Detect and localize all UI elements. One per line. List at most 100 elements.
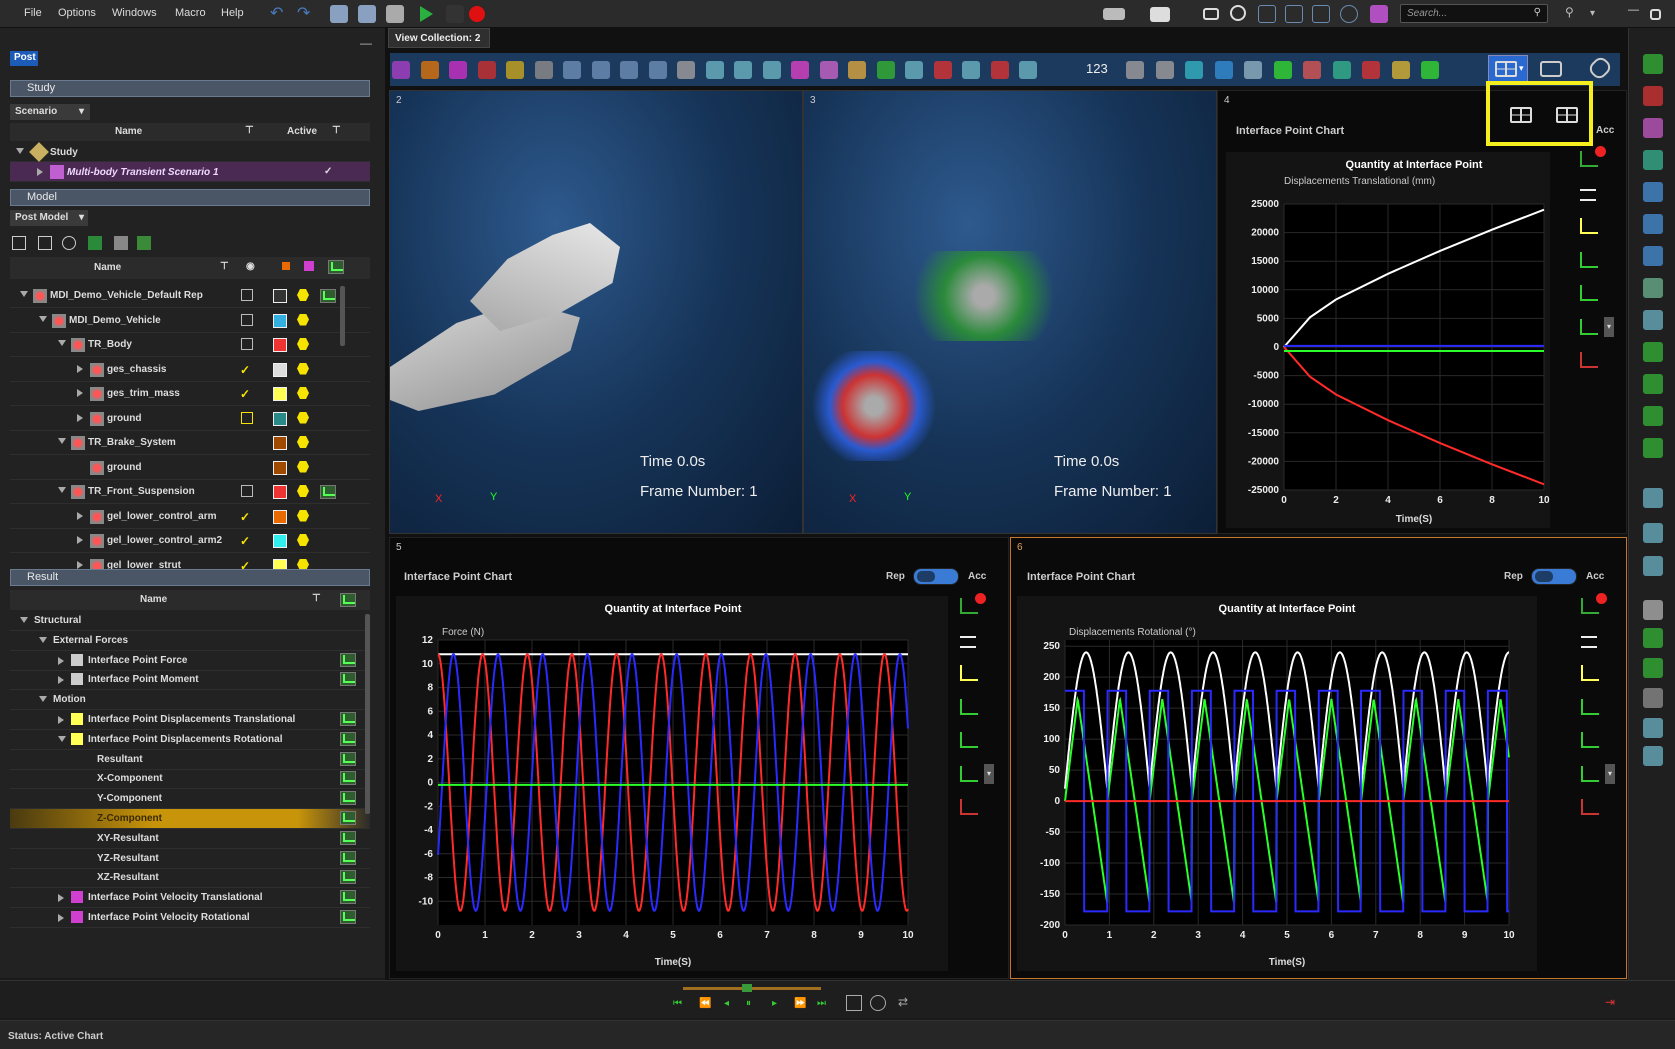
- collapse-icon[interactable]: [58, 487, 66, 493]
- plot-icon[interactable]: [1581, 732, 1599, 748]
- redo-icon[interactable]: ↷: [297, 3, 315, 22]
- color-swatch[interactable]: [273, 460, 287, 475]
- side-tool-icon[interactable]: [1643, 600, 1663, 620]
- visibility-checkbox[interactable]: [241, 289, 253, 301]
- tree-tool-icon[interactable]: [88, 236, 102, 250]
- visible-check-icon[interactable]: ✓: [240, 534, 250, 548]
- results-icon[interactable]: [320, 289, 336, 303]
- tab-view-collection[interactable]: View Collection: 2: [388, 28, 490, 48]
- refresh-icon[interactable]: [870, 995, 886, 1011]
- view-tool-icon[interactable]: [962, 61, 980, 79]
- side-tool-icon[interactable]: [1643, 54, 1663, 74]
- axis-y-icon[interactable]: [960, 698, 978, 715]
- results-icon[interactable]: [340, 672, 356, 687]
- view-tool-icon[interactable]: [563, 61, 581, 79]
- delete-chart-icon[interactable]: [960, 593, 986, 614]
- model-tree-row[interactable]: TR_Body: [10, 333, 370, 357]
- interface-points-cluster[interactable]: [894, 251, 1074, 341]
- chevron-down-icon[interactable]: ▾: [1605, 763, 1615, 784]
- name-column-header[interactable]: Name: [140, 594, 167, 605]
- menu-macro[interactable]: Macro: [175, 7, 206, 19]
- delete-chart-icon[interactable]: [1581, 593, 1607, 614]
- curve-icon[interactable]: [1580, 218, 1598, 234]
- legend-icon[interactable]: [960, 635, 976, 648]
- user-icon[interactable]: [1370, 5, 1388, 23]
- filter-icon[interactable]: ⊤: [332, 125, 341, 136]
- pin-icon[interactable]: ⚲: [1565, 5, 1583, 23]
- chart-panel-4[interactable]: 4 Interface Point Chart Acc Quantity at …: [1217, 90, 1627, 534]
- view-tool-icon[interactable]: [734, 61, 752, 79]
- name-column-header[interactable]: Name: [94, 262, 121, 273]
- result-tree-row[interactable]: Interface Point Displacements Rotational: [10, 730, 370, 750]
- axis-y-icon[interactable]: [1581, 698, 1599, 715]
- expand-icon[interactable]: [77, 536, 83, 544]
- chart-type-icon[interactable]: ▾: [1581, 763, 1615, 784]
- view-tool-icon[interactable]: [392, 61, 410, 79]
- results-icon[interactable]: [340, 731, 356, 746]
- window-icon[interactable]: [1203, 8, 1219, 20]
- view-tool-icon[interactable]: [1362, 61, 1380, 79]
- tree-tool-icon[interactable]: [38, 236, 52, 250]
- view-tool-icon[interactable]: [648, 61, 667, 79]
- chart-panel-6[interactable]: 6 Interface Point Chart Rep Acc Quantity…: [1010, 537, 1627, 979]
- results-icon[interactable]: [340, 771, 356, 786]
- collapse-icon[interactable]: [58, 735, 66, 742]
- result-tree-row[interactable]: X-Component: [10, 769, 370, 790]
- view-tool-icon[interactable]: [762, 61, 781, 79]
- model-tree-row[interactable]: MDI_Demo_Vehicle: [10, 309, 370, 333]
- export-chart-icon[interactable]: [1580, 352, 1598, 368]
- material-hex-icon[interactable]: [297, 313, 309, 326]
- link-icon[interactable]: [1586, 54, 1614, 82]
- export-icon[interactable]: [1312, 5, 1330, 23]
- results-icon[interactable]: [340, 811, 356, 825]
- last-frame-icon[interactable]: ⏭: [817, 998, 826, 1009]
- single-view-icon[interactable]: [1540, 61, 1562, 77]
- view-tool-icon[interactable]: [1185, 61, 1203, 79]
- collapse-icon[interactable]: [20, 291, 28, 297]
- globe-icon[interactable]: [1340, 5, 1358, 23]
- expand-icon[interactable]: [77, 511, 83, 520]
- view-tool-icon[interactable]: [819, 61, 838, 79]
- axis-y-icon[interactable]: [1580, 251, 1598, 268]
- step-back-icon[interactable]: ◂: [724, 998, 729, 1009]
- line-chart[interactable]: Quantity at Interface Point Displacements…: [1017, 596, 1537, 971]
- fit-icon[interactable]: [1285, 5, 1303, 23]
- view-tool-icon[interactable]: [1244, 61, 1262, 79]
- view-tool-icon[interactable]: [449, 61, 467, 79]
- visibility-checkbox[interactable]: [241, 313, 253, 326]
- play-icon[interactable]: ▸: [772, 998, 777, 1009]
- result-tree-row[interactable]: Interface Point Velocity Rotational: [10, 908, 370, 928]
- expand-icon[interactable]: [58, 894, 64, 903]
- plot-icon[interactable]: [960, 732, 978, 748]
- visibility-checkbox[interactable]: [241, 338, 253, 350]
- material-hex-icon[interactable]: [297, 411, 309, 424]
- view-tool-icon[interactable]: [1421, 61, 1439, 79]
- settings-icon[interactable]: ⇄: [898, 995, 908, 1009]
- side-tool-icon[interactable]: [1643, 278, 1663, 298]
- refresh-icon[interactable]: [62, 236, 76, 250]
- study-section-header[interactable]: Study: [10, 80, 370, 97]
- rewind-icon[interactable]: ⏪: [699, 998, 711, 1009]
- result-tree-row[interactable]: Interface Point Moment: [10, 670, 370, 691]
- run-icon[interactable]: [420, 6, 433, 22]
- first-frame-icon[interactable]: ⏮: [673, 998, 682, 1009]
- collapse-icon[interactable]: [58, 438, 66, 444]
- view-tool-icon[interactable]: [1214, 61, 1233, 79]
- color-swatch[interactable]: [273, 338, 287, 352]
- layout-dropdown-button[interactable]: ▾: [1488, 55, 1528, 83]
- post-tab[interactable]: Post: [10, 51, 38, 66]
- line-chart[interactable]: Quantity at Interface Point Displacements…: [1226, 152, 1550, 528]
- view-tool-icon[interactable]: [620, 61, 638, 79]
- tree-tool-icon[interactable]: [114, 236, 128, 250]
- save-icon[interactable]: [386, 5, 404, 23]
- result-scrollbar[interactable]: [365, 614, 370, 814]
- expand-icon[interactable]: [77, 413, 83, 422]
- side-tool-icon[interactable]: [1643, 374, 1663, 394]
- model-tree-row[interactable]: MDI_Demo_Vehicle_Default Rep: [10, 284, 370, 308]
- curve-icon[interactable]: [960, 665, 978, 681]
- curve-icon[interactable]: [1581, 665, 1599, 681]
- results-icon[interactable]: [340, 870, 356, 885]
- side-tool-icon[interactable]: [1643, 746, 1663, 766]
- visible-check-icon[interactable]: ✓: [240, 387, 250, 401]
- result-tree-row[interactable]: Y-Component: [10, 789, 370, 810]
